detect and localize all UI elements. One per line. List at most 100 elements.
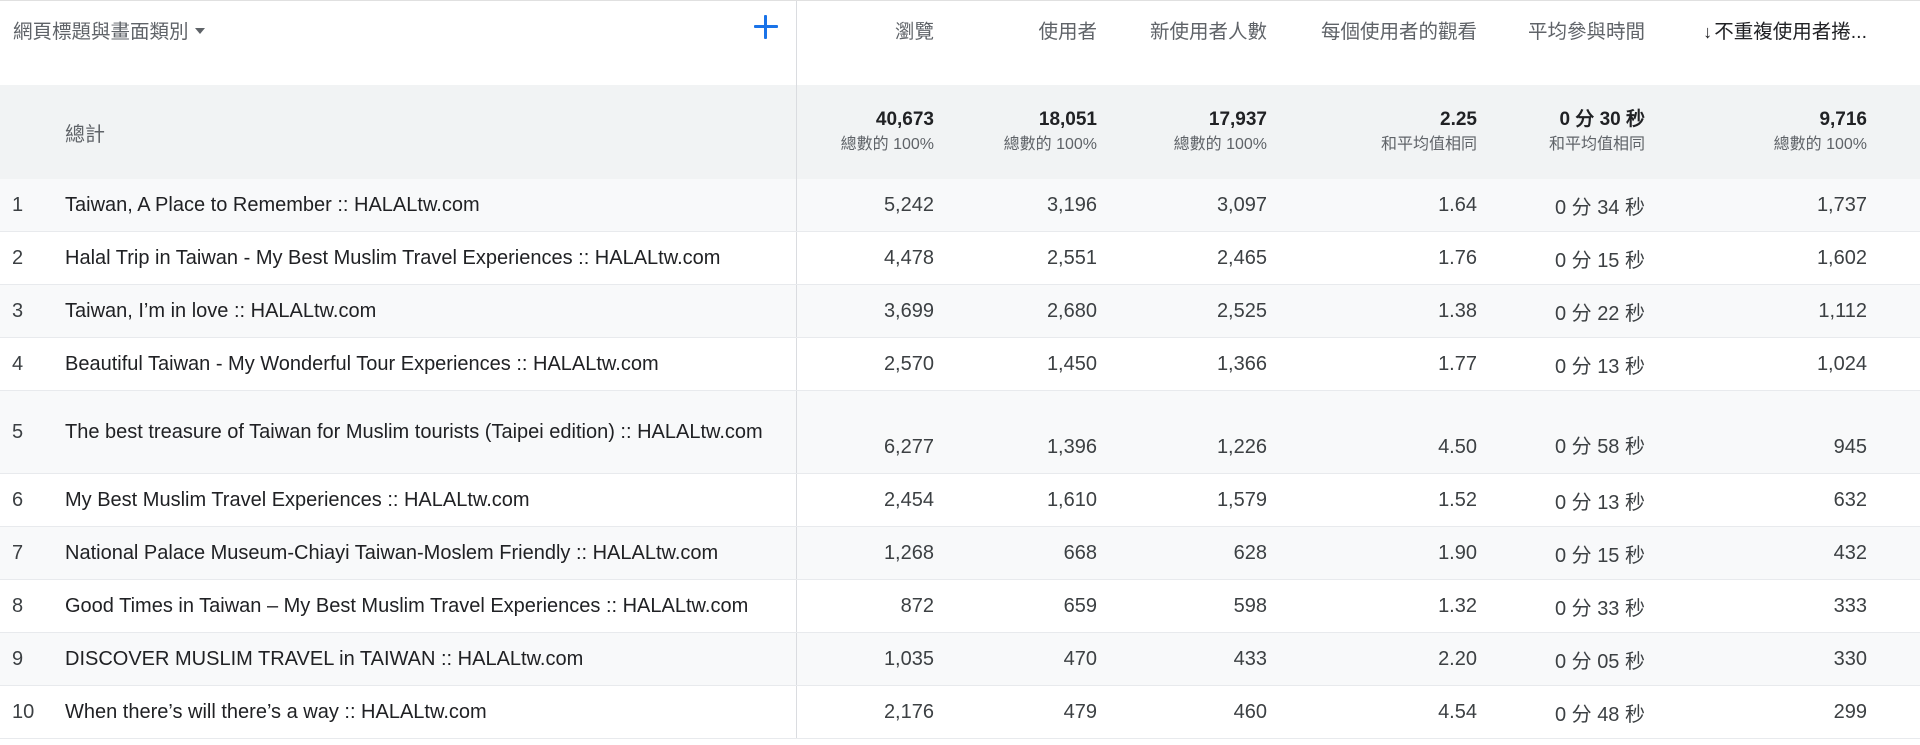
- row-index: 4: [12, 352, 24, 375]
- cell-avg-time: 0 分 48 秒: [1554, 703, 1645, 726]
- total-users-value: 18,051: [1038, 109, 1097, 130]
- cell-new-users: 598: [1233, 594, 1267, 617]
- cell-users: 479: [1063, 700, 1097, 723]
- row-index: 2: [12, 246, 24, 269]
- table-row[interactable]: 2 Halal Trip in Taiwan - My Best Muslim T…: [0, 232, 1920, 285]
- caret-down-icon: [194, 27, 205, 34]
- cell-views: 872: [900, 594, 934, 617]
- cell-scrolled-users: 330: [1833, 647, 1867, 670]
- cell-users: 470: [1063, 647, 1097, 670]
- total-label: 總計: [65, 85, 797, 179]
- total-views-per-user-sub: 和平均值相同: [1380, 136, 1477, 153]
- page-title-cell[interactable]: My Best Muslim Travel Experiences :: HAL…: [65, 474, 797, 526]
- row-index: 5: [12, 420, 24, 443]
- cell-scrolled-users: 1,602: [1816, 246, 1867, 269]
- report-table: 網頁標題與畫面類別 瀏覽 使用者 新使用者人數 每個使用者的觀看 平均參與時間 …: [0, 0, 1920, 739]
- cell-views-per-user: 1.32: [1438, 594, 1477, 617]
- cell-avg-time: 0 分 13 秒: [1554, 355, 1645, 378]
- total-users-sub: 總數的 100%: [1003, 136, 1097, 153]
- total-views-sub: 總數的 100%: [840, 136, 934, 153]
- row-index: 1: [12, 193, 24, 216]
- cell-views: 5,242: [883, 193, 934, 216]
- total-views-per-user: 2.25 和平均值相同: [1267, 107, 1477, 157]
- total-row: 總計 40,673 總數的 100% 18,051 總數的 100% 17,93…: [0, 85, 1920, 179]
- table-row[interactable]: 1 Taiwan, A Place to Remember :: HALALtw.…: [0, 179, 1920, 232]
- cell-views-per-user: 1.90: [1438, 541, 1477, 564]
- column-header-avg-engagement-time[interactable]: 平均參與時間: [1477, 1, 1645, 44]
- column-header-views-per-user[interactable]: 每個使用者的觀看: [1267, 1, 1477, 44]
- cell-avg-time: 0 分 58 秒: [1554, 436, 1645, 458]
- cell-views-per-user: 1.77: [1438, 352, 1477, 375]
- total-views-value: 40,673: [875, 109, 934, 130]
- row-index: 6: [12, 488, 24, 511]
- cell-avg-time: 0 分 15 秒: [1554, 249, 1645, 272]
- cell-scrolled-users: 299: [1833, 700, 1867, 723]
- column-header-unique-scrolled-users[interactable]: ↓ 不重複使用者捲...: [1645, 1, 1867, 44]
- page-title-cell[interactable]: DISCOVER MUSLIM TRAVEL in TAIWAN :: HALA…: [65, 633, 797, 685]
- cell-scrolled-users: 1,024: [1816, 352, 1867, 375]
- dimension-label: 網頁標題與畫面類別: [13, 21, 189, 43]
- cell-users: 1,450: [1046, 352, 1097, 375]
- cell-views-per-user: 4.50: [1438, 436, 1477, 458]
- total-new-users-value: 17,937: [1208, 109, 1267, 130]
- cell-views-per-user: 1.76: [1438, 246, 1477, 269]
- table-row[interactable]: 6 My Best Muslim Travel Experiences :: HA…: [0, 474, 1920, 527]
- cell-new-users: 628: [1233, 541, 1267, 564]
- cell-new-users: 2,465: [1216, 246, 1267, 269]
- total-views: 40,673 總數的 100%: [797, 107, 934, 157]
- cell-new-users: 1,366: [1216, 352, 1267, 375]
- cell-views: 4,478: [883, 246, 934, 269]
- sort-down-arrow-icon: ↓: [1703, 22, 1713, 42]
- column-header-views[interactable]: 瀏覽: [797, 1, 934, 44]
- cell-views: 3,699: [883, 299, 934, 322]
- table-body: 1 Taiwan, A Place to Remember :: HALALtw.…: [0, 179, 1920, 739]
- cell-users: 1,396: [1046, 436, 1097, 458]
- total-scrolled-users: 9,716 總數的 100%: [1645, 107, 1867, 157]
- cell-views: 2,454: [883, 488, 934, 511]
- cell-scrolled-users: 945: [1833, 436, 1867, 458]
- column-header-unique-scrolled-users-label: 不重複使用者捲...: [1714, 21, 1867, 43]
- total-scrolled-users-sub: 總數的 100%: [1773, 136, 1867, 153]
- cell-new-users: 1,226: [1216, 436, 1267, 458]
- table-row[interactable]: 9 DISCOVER MUSLIM TRAVEL in TAIWAN :: HAL…: [0, 633, 1920, 686]
- page-title-cell[interactable]: When there’s will there’s a way :: HALAL…: [65, 686, 797, 738]
- column-header-users[interactable]: 使用者: [934, 1, 1097, 44]
- page-title-cell[interactable]: Taiwan, I’m in love :: HALALtw.com: [65, 285, 797, 337]
- page-title-cell[interactable]: National Palace Museum-Chiayi Taiwan-Mos…: [65, 527, 797, 579]
- column-header-new-users[interactable]: 新使用者人數: [1097, 1, 1267, 44]
- cell-views: 2,176: [883, 700, 934, 723]
- cell-new-users: 1,579: [1216, 488, 1267, 511]
- page-title-cell[interactable]: Taiwan, A Place to Remember :: HALALtw.c…: [65, 179, 797, 231]
- page-title-cell[interactable]: Beautiful Taiwan - My Wonderful Tour Exp…: [65, 338, 797, 390]
- table-row[interactable]: 4 Beautiful Taiwan - My Wonderful Tour Ex…: [0, 338, 1920, 391]
- table-row[interactable]: 8 Good Times in Taiwan – My Best Muslim T…: [0, 580, 1920, 633]
- dimension-selector[interactable]: 網頁標題與畫面類別: [13, 15, 205, 44]
- total-new-users-sub: 總數的 100%: [1173, 136, 1267, 153]
- table-header: 網頁標題與畫面類別 瀏覽 使用者 新使用者人數 每個使用者的觀看 平均參與時間 …: [0, 1, 1920, 85]
- table-row[interactable]: 10 When there’s will there’s a way :: HAL…: [0, 686, 1920, 739]
- cell-scrolled-users: 432: [1833, 541, 1867, 564]
- cell-new-users: 2,525: [1216, 299, 1267, 322]
- cell-users: 2,680: [1046, 299, 1097, 322]
- row-index: 7: [12, 541, 24, 564]
- page-title-cell[interactable]: Good Times in Taiwan – My Best Muslim Tr…: [65, 580, 797, 632]
- cell-users: 3,196: [1046, 193, 1097, 216]
- cell-views-per-user: 1.52: [1438, 488, 1477, 511]
- cell-scrolled-users: 632: [1833, 488, 1867, 511]
- row-index: 3: [12, 299, 24, 322]
- total-users: 18,051 總數的 100%: [934, 107, 1097, 157]
- table-row[interactable]: 3 Taiwan, I’m in love :: HALALtw.com 3,699…: [0, 285, 1920, 338]
- total-avg-time-sub: 和平均值相同: [1548, 136, 1645, 153]
- page-title-cell[interactable]: Halal Trip in Taiwan - My Best Muslim Tr…: [65, 232, 797, 284]
- cell-views: 1,268: [883, 541, 934, 564]
- table-row[interactable]: 5 The best treasure of Taiwan for Muslim …: [0, 391, 1920, 474]
- cell-users: 668: [1063, 541, 1097, 564]
- table-row[interactable]: 7 National Palace Museum-Chiayi Taiwan-Mo…: [0, 527, 1920, 580]
- cell-views-per-user: 1.38: [1438, 299, 1477, 322]
- add-dimension-plus-icon[interactable]: [752, 13, 780, 41]
- cell-views-per-user: 4.54: [1438, 700, 1477, 723]
- cell-scrolled-users: 1,112: [1818, 299, 1867, 322]
- cell-avg-time: 0 分 15 秒: [1554, 544, 1645, 567]
- cell-users: 1,610: [1046, 488, 1097, 511]
- page-title-cell[interactable]: The best treasure of Taiwan for Muslim t…: [65, 391, 797, 473]
